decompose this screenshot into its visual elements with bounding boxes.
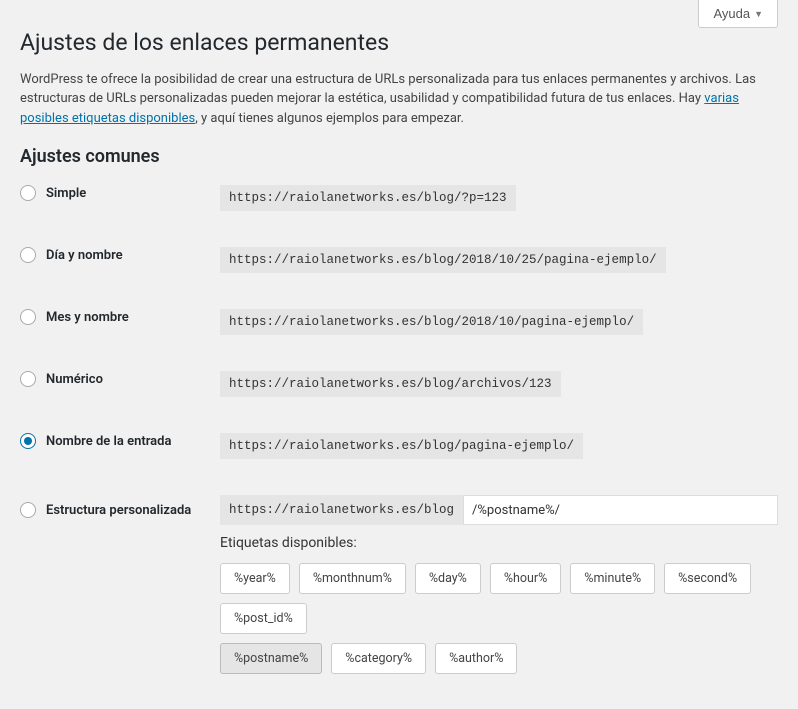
option-postname[interactable]: Nombre de la entrada	[20, 433, 220, 449]
custom-structure-input[interactable]	[463, 495, 778, 525]
tag-monthnum[interactable]: %monthnum%	[299, 563, 406, 594]
option-day-name[interactable]: Día y nombre	[20, 247, 220, 263]
custom-prefix: https://raiolanetworks.es/blog	[220, 495, 463, 525]
option-simple[interactable]: Simple	[20, 185, 220, 201]
tag-postname[interactable]: %postname%	[220, 643, 322, 674]
option-simple-label: Simple	[46, 186, 86, 201]
tag-year[interactable]: %year%	[220, 563, 290, 594]
page-description: WordPress te ofrece la posibilidad de cr…	[20, 70, 778, 129]
radio-simple[interactable]	[20, 185, 36, 201]
option-postname-label: Nombre de la entrada	[46, 434, 171, 449]
option-postname-example: https://raiolanetworks.es/blog/pagina-ej…	[220, 433, 583, 459]
tag-category[interactable]: %category%	[331, 643, 426, 674]
description-post: , y aquí tienes algunos ejemplos para em…	[195, 111, 464, 126]
section-title: Ajustes comunes	[20, 146, 778, 167]
tag-second[interactable]: %second%	[664, 563, 751, 594]
option-custom-label: Estructura personalizada	[46, 503, 191, 518]
radio-custom[interactable]	[20, 502, 36, 518]
option-month-name[interactable]: Mes y nombre	[20, 309, 220, 325]
option-numeric[interactable]: Numérico	[20, 371, 220, 387]
available-tags-label: Etiquetas disponibles:	[220, 535, 778, 551]
description-pre: WordPress te ofrece la posibilidad de cr…	[20, 72, 756, 107]
radio-postname[interactable]	[20, 433, 36, 449]
help-button[interactable]: Ayuda ▼	[698, 0, 778, 28]
option-numeric-example: https://raiolanetworks.es/blog/archivos/…	[220, 371, 561, 397]
tag-author[interactable]: %author%	[435, 643, 517, 674]
chevron-down-icon: ▼	[754, 9, 763, 19]
option-month-name-example: https://raiolanetworks.es/blog/2018/10/p…	[220, 309, 643, 335]
tag-day[interactable]: %day%	[415, 563, 481, 594]
tag-post-id[interactable]: %post_id%	[220, 603, 307, 634]
radio-month-name[interactable]	[20, 309, 36, 325]
option-month-name-label: Mes y nombre	[46, 310, 129, 325]
option-simple-example: https://raiolanetworks.es/blog/?p=123	[220, 185, 516, 211]
tag-minute[interactable]: %minute%	[570, 563, 655, 594]
radio-day-name[interactable]	[20, 247, 36, 263]
tag-hour[interactable]: %hour%	[490, 563, 561, 594]
option-custom[interactable]: Estructura personalizada	[20, 502, 220, 518]
page-title: Ajustes de los enlaces permanentes	[20, 28, 778, 58]
help-label: Ayuda	[713, 6, 750, 21]
option-day-name-label: Día y nombre	[46, 248, 123, 263]
option-day-name-example: https://raiolanetworks.es/blog/2018/10/2…	[220, 247, 666, 273]
option-numeric-label: Numérico	[46, 372, 103, 387]
radio-numeric[interactable]	[20, 371, 36, 387]
